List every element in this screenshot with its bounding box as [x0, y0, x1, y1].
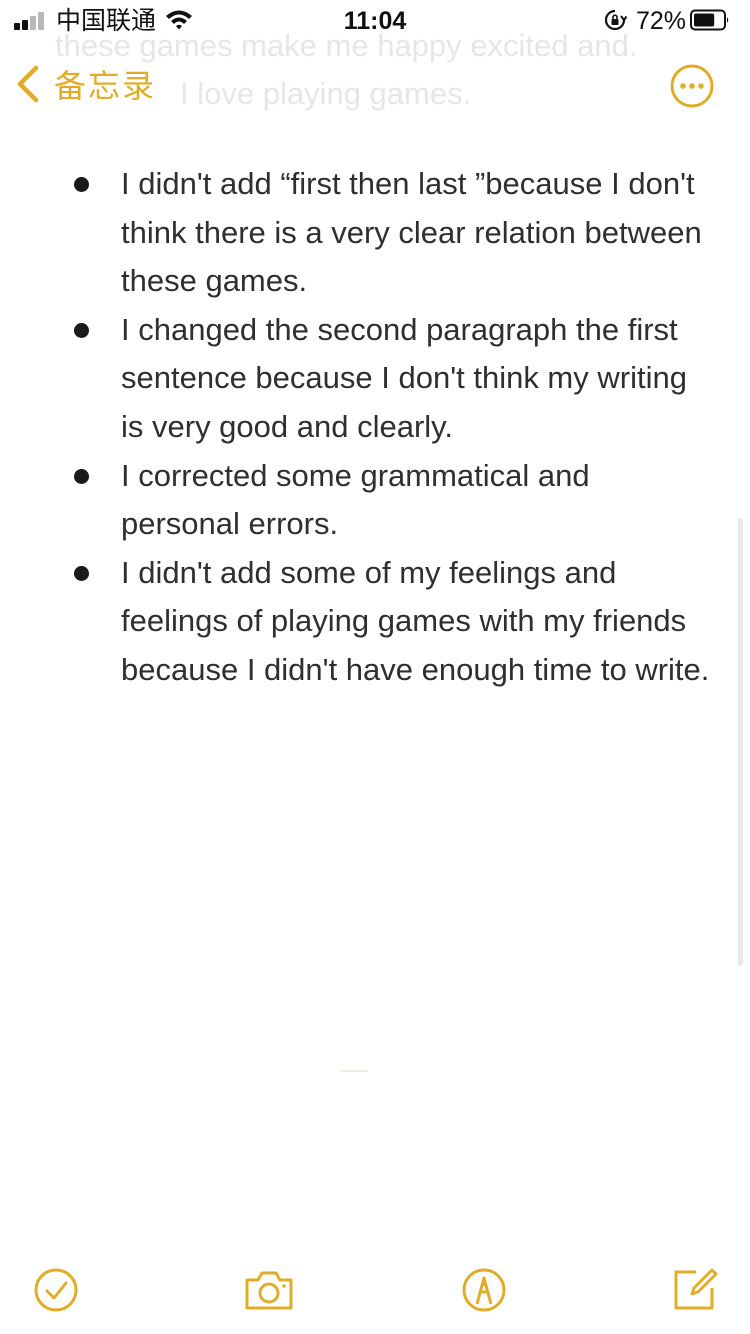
- note-bullet-list[interactable]: I didn't add “first then last ”because I…: [0, 160, 750, 695]
- bullet-icon: [74, 565, 89, 581]
- bullet-icon: [74, 322, 89, 338]
- bullet-icon: [74, 468, 89, 484]
- compose-icon[interactable]: [666, 1262, 722, 1318]
- back-button[interactable]: 备忘录: [14, 62, 156, 106]
- divider: [340, 1070, 368, 1072]
- back-label: 备忘录: [54, 68, 157, 104]
- list-item[interactable]: I didn't add some of my feelings and fee…: [0, 549, 750, 695]
- list-item-text: I corrected some grammatical and persona…: [121, 457, 590, 542]
- list-item-text: I didn't add some of my feelings and fee…: [121, 554, 710, 687]
- bullet-icon: [74, 177, 89, 192]
- chevron-left-icon: [17, 65, 39, 103]
- ellipsis-circle-icon[interactable]: [670, 64, 714, 108]
- checklist-icon[interactable]: [28, 1262, 84, 1318]
- list-item[interactable]: I changed the second paragraph the first…: [0, 306, 750, 452]
- list-item-text: I changed the second paragraph the first…: [121, 311, 687, 444]
- camera-icon[interactable]: [241, 1262, 297, 1318]
- list-item[interactable]: I corrected some grammatical and persona…: [0, 452, 750, 549]
- list-item[interactable]: I didn't add “first then last ”because I…: [0, 160, 750, 306]
- navigation-bar: 备忘录: [0, 54, 750, 114]
- battery-icon: [690, 9, 729, 31]
- scroll-indicator[interactable]: [738, 518, 743, 966]
- list-item-text: I didn't add “first then last ”because I…: [121, 166, 702, 299]
- battery-percent: 72%: [636, 7, 687, 35]
- markup-icon[interactable]: [456, 1262, 512, 1318]
